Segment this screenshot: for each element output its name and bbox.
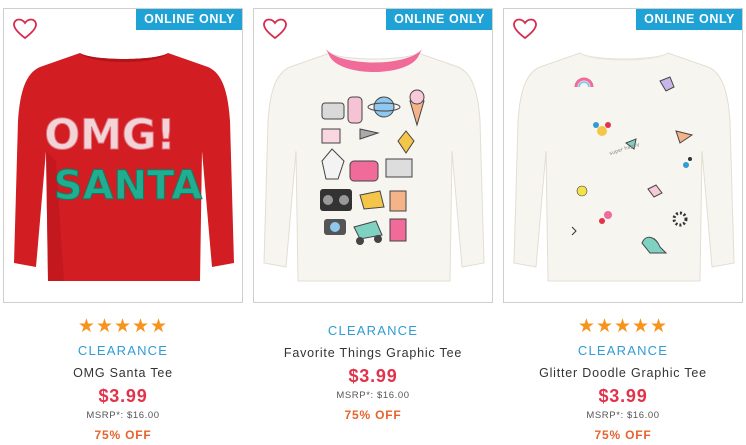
sale-price: $3.99 bbox=[598, 386, 648, 406]
product-image[interactable]: ONLINE ONLY OMG! SANTA bbox=[3, 8, 243, 303]
clearance-label: CLEARANCE bbox=[327, 323, 419, 338]
msrp-price: MSRP*: $16.00 bbox=[86, 410, 160, 421]
product-info: ★★★★★ CLEARANCE OMG Santa Tee $3.99 MSRP… bbox=[3, 316, 243, 443]
product-image[interactable]: ONLINE ONLY bbox=[503, 8, 743, 303]
clearance-label: CLEARANCE bbox=[577, 343, 669, 358]
shirt-image: OMG! SANTA bbox=[14, 53, 234, 281]
msrp-price: MSRP*: $16.00 bbox=[586, 410, 660, 421]
product-card[interactable]: ONLINE ONLY bbox=[503, 0, 743, 445]
shirt-image bbox=[263, 49, 485, 282]
discount-label: 75% OFF bbox=[594, 428, 652, 442]
product-info: ★★★★★ CLEARANCE Glitter Doodle Graphic T… bbox=[503, 316, 743, 443]
clearance-label: CLEARANCE bbox=[77, 343, 169, 358]
shirt-image: super happy bbox=[513, 52, 735, 282]
rating-stars[interactable]: ★★★★★ bbox=[503, 316, 743, 338]
product-info: CLEARANCE Favorite Things Graphic Tee $3… bbox=[253, 318, 493, 423]
discount-label: 75% OFF bbox=[94, 428, 152, 442]
sale-price: $3.99 bbox=[98, 386, 148, 406]
product-card[interactable]: ONLINE ONLY OMG! SANTA ★★★★★ CLEARANCE O… bbox=[3, 0, 243, 445]
product-name[interactable]: Favorite Things Graphic Tee bbox=[253, 344, 493, 362]
product-name[interactable]: OMG Santa Tee bbox=[3, 364, 243, 382]
shirt-graphic-line-1: OMG! bbox=[44, 110, 175, 159]
rating-stars[interactable]: ★★★★★ bbox=[3, 316, 243, 338]
online-only-badge: ONLINE ONLY bbox=[636, 9, 742, 30]
online-only-badge: ONLINE ONLY bbox=[386, 9, 492, 30]
discount-label: 75% OFF bbox=[344, 408, 402, 422]
product-name[interactable]: Glitter Doodle Graphic Tee bbox=[503, 364, 743, 382]
product-card[interactable]: ONLINE ONLY bbox=[253, 0, 493, 445]
msrp-price: MSRP*: $16.00 bbox=[336, 390, 410, 401]
sale-price: $3.99 bbox=[348, 366, 398, 386]
product-image[interactable]: ONLINE ONLY bbox=[253, 8, 493, 303]
shirt-graphic-line-2: SANTA bbox=[54, 163, 202, 209]
online-only-badge: ONLINE ONLY bbox=[136, 9, 242, 30]
